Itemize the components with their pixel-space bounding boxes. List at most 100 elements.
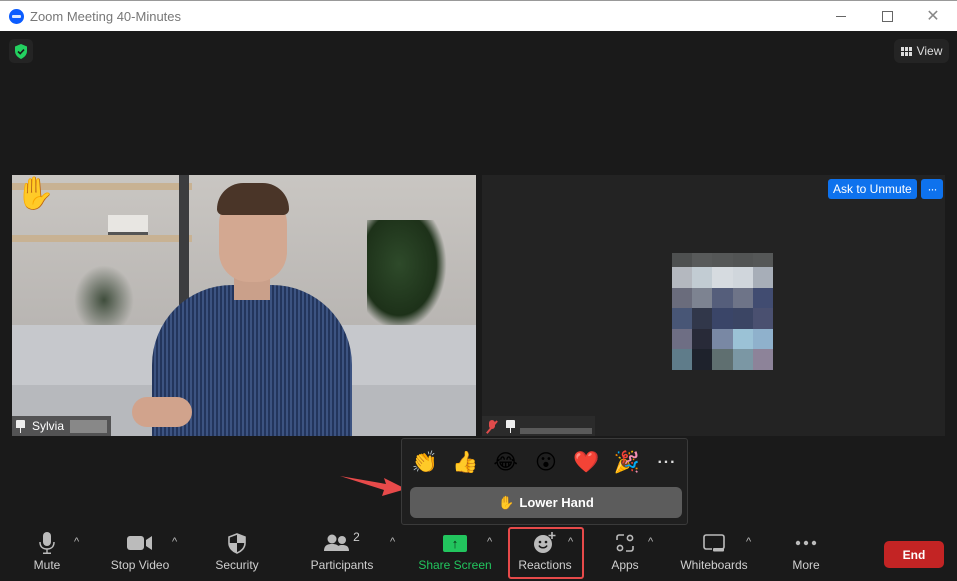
avatar-pixel <box>752 349 773 370</box>
whiteboards-options-caret[interactable]: ^ <box>746 536 751 548</box>
avatar-pixel <box>672 287 693 309</box>
share-screen-arrow-icon: ↑ <box>443 534 467 552</box>
avatar-pixel <box>732 267 753 288</box>
open-mouth-reaction-button[interactable]: 😮 <box>531 449 561 477</box>
avatar-pixel <box>752 287 773 309</box>
whiteboards-button[interactable]: Whiteboards <box>678 528 750 581</box>
avatar-pixel <box>712 267 733 288</box>
plant <box>367 220 447 330</box>
avatar-pixel <box>692 267 713 288</box>
maximize-button[interactable] <box>864 1 910 31</box>
clap-reaction-button[interactable]: 👏 <box>410 449 440 477</box>
security-shield-icon <box>228 528 246 558</box>
mute-button[interactable]: Mute <box>28 528 66 581</box>
stop-video-button[interactable]: Stop Video <box>108 528 172 581</box>
avatar-pixel <box>732 328 753 350</box>
apps-icon <box>615 528 635 558</box>
person-hair <box>217 183 289 215</box>
minimize-button[interactable] <box>818 1 864 31</box>
shield-check-icon <box>15 43 27 59</box>
avatar-pixel <box>752 328 773 350</box>
share-options-caret[interactable]: ^ <box>487 536 492 548</box>
tada-reaction-button[interactable]: 🎉 <box>612 449 642 477</box>
video-options-caret[interactable]: ^ <box>172 536 177 548</box>
heart-reaction-button[interactable]: ❤️ <box>571 449 601 477</box>
apps-label: Apps <box>611 558 639 572</box>
zoom-logo-icon <box>9 9 24 24</box>
more-button[interactable]: More <box>788 528 824 581</box>
avatar-pixel <box>692 287 713 309</box>
avatar-pixel <box>732 349 753 370</box>
participants-label: Participants <box>310 558 374 572</box>
pin-icon <box>15 419 26 433</box>
view-label: View <box>916 44 943 58</box>
participants-options-caret[interactable]: ^ <box>390 536 395 548</box>
view-button[interactable]: View <box>894 39 949 63</box>
participants-icon <box>324 534 350 551</box>
shelf-post <box>179 175 189 315</box>
pin-icon <box>505 419 516 433</box>
audio-options-caret[interactable]: ^ <box>74 536 79 548</box>
avatar-pixel <box>732 308 753 329</box>
reactions-highlight-annotation <box>508 527 584 579</box>
books <box>108 215 148 235</box>
avatar-pixel <box>692 328 713 350</box>
end-meeting-button[interactable]: End <box>884 541 944 568</box>
lower-hand-label: Lower Hand <box>519 495 594 510</box>
apps-options-caret[interactable]: ^ <box>648 536 653 548</box>
close-button[interactable]: ✕ <box>910 1 956 31</box>
avatar-pixel <box>672 267 693 288</box>
avatar-pixel <box>752 308 773 329</box>
tile-more-options-button[interactable]: ··· <box>921 179 943 199</box>
avatar-pixel <box>712 287 733 309</box>
avatar-pixel <box>692 308 713 329</box>
participants-icon-wrap: 2 <box>324 528 360 558</box>
redacted-name-part <box>70 419 108 433</box>
ask-to-unmute-button[interactable]: Ask to Unmute <box>828 179 917 199</box>
joy-reaction-button[interactable]: 😂 <box>491 449 521 477</box>
whiteboard-icon <box>703 528 725 558</box>
avatar-pixel <box>732 287 753 309</box>
avatar-pixel <box>692 253 713 268</box>
person-hand <box>132 397 192 427</box>
meeting-toolbar: Mute ^ Stop Video ^ Security 2 Participa… <box>0 528 957 581</box>
lower-hand-button[interactable]: ✋ Lower Hand <box>410 487 682 518</box>
redacted-name <box>520 428 592 434</box>
share-icon-wrap: ↑ <box>443 528 467 558</box>
avatar-pixel <box>672 308 693 329</box>
avatar-pixel <box>712 349 733 370</box>
more-dots-icon <box>795 528 817 558</box>
reactions-popup: 👏 👍 😂 😮 ❤️ 🎉 ··· ✋ Lower Hand <box>401 438 688 525</box>
microphone-icon <box>39 528 55 558</box>
stop-video-label: Stop Video <box>110 558 170 572</box>
participant-name: Sylvia <box>32 419 65 433</box>
apps-button[interactable]: Apps <box>607 528 643 581</box>
pixelated-avatar <box>672 253 773 370</box>
security-label: Security <box>215 558 259 572</box>
mute-label: Mute <box>33 558 61 572</box>
security-button[interactable]: Security <box>212 528 262 581</box>
avatar-pixel <box>752 253 773 268</box>
more-reactions-button[interactable]: ··· <box>652 449 682 477</box>
avatar-pixel <box>712 308 733 329</box>
video-tile-sylvia[interactable]: ✋ Sylvia <box>12 175 476 436</box>
mic-muted-icon <box>486 419 498 433</box>
more-label: More <box>792 558 820 572</box>
thumbs-up-reaction-button[interactable]: 👍 <box>450 449 480 477</box>
participant-name-tag: Sylvia <box>12 416 112 436</box>
avatar-pixel <box>752 267 773 288</box>
grid-view-icon <box>900 46 912 56</box>
window-title: Zoom Meeting 40-Minutes <box>30 9 182 24</box>
raised-hand-icon: ✋ <box>498 494 515 510</box>
participants-count: 2 <box>353 530 360 544</box>
avatar-pixel <box>672 328 693 350</box>
share-screen-button[interactable]: ↑ Share Screen <box>418 528 492 581</box>
video-tile-participant-2[interactable]: Ask to Unmute ··· <box>482 175 945 436</box>
avatar-pixel <box>672 349 693 370</box>
avatar-pixel <box>672 253 693 268</box>
participants-button[interactable]: 2 Participants <box>310 528 374 581</box>
meeting-info-button[interactable] <box>9 39 33 63</box>
annotation-arrow-icon <box>340 476 406 496</box>
emoji-reactions-row: 👏 👍 😂 😮 ❤️ 🎉 ··· <box>410 449 682 477</box>
avatar-pixel <box>692 349 713 370</box>
